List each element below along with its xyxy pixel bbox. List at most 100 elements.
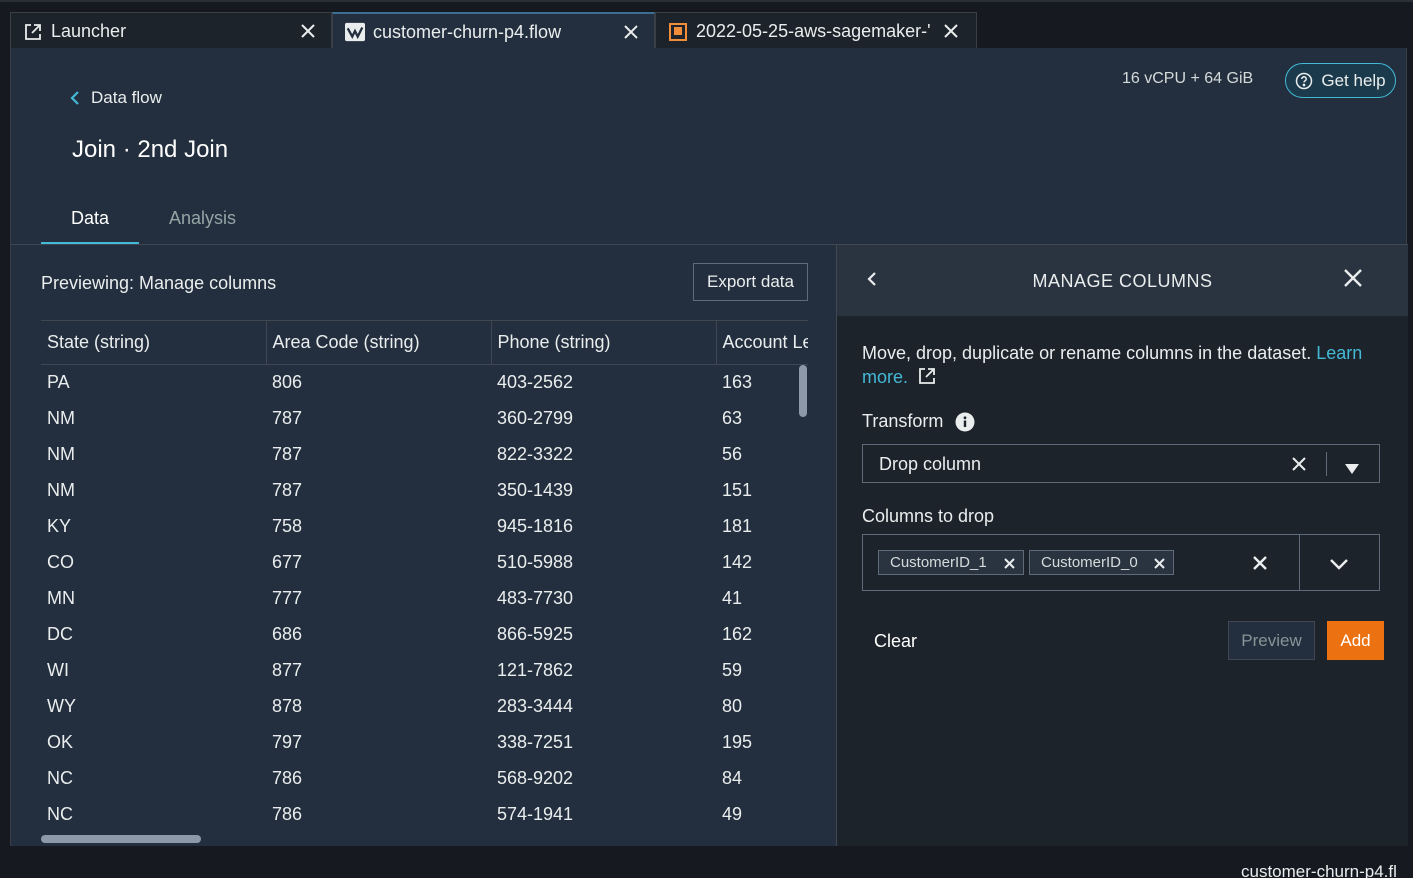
get-help-label: Get help <box>1321 70 1386 90</box>
tab-label: 2022-05-25-aws-sagemaker-' <box>696 21 931 41</box>
instance-resource-label[interactable]: 16 vCPU + 64 GiB <box>1122 70 1253 88</box>
table-cell: 403-2562 <box>497 372 574 393</box>
table-cell: 786 <box>272 804 303 824</box>
table-cell: 806 <box>272 372 303 393</box>
help-icon <box>1296 72 1313 89</box>
data-table-container[interactable]: State (string) Area Code (string) Phone … <box>41 320 808 835</box>
table-row: NM 787 350-1439 151 <box>41 473 808 509</box>
table-cell: NC <box>47 804 73 824</box>
status-bar-filename: customer-churn-p4.fl <box>1241 862 1397 878</box>
table-cell: 162 <box>722 624 753 644</box>
table-cell: MN <box>47 588 75 608</box>
close-icon[interactable] <box>299 22 317 40</box>
close-icon[interactable] <box>622 23 640 41</box>
table-cell: 945-1816 <box>497 516 574 536</box>
column-header[interactable]: Phone (string) <box>490 320 716 365</box>
table-cell: 59 <box>722 660 743 680</box>
tab-analysis[interactable]: Analysis <box>139 198 266 244</box>
table-cell: 41 <box>722 588 743 608</box>
table-cell: 510-5988 <box>497 552 574 572</box>
panel-description: Move, drop, duplicate or rename columns … <box>862 341 1382 389</box>
clear-icon[interactable] <box>1291 456 1307 477</box>
chevron-down-icon[interactable] <box>1329 557 1349 575</box>
notebook-icon <box>668 22 688 42</box>
table-cell: 163 <box>722 372 753 393</box>
table-cell: 787 <box>272 444 303 464</box>
table-cell: 677 <box>272 552 303 572</box>
chevron-left-icon <box>70 91 79 105</box>
table-cell: 360-2799 <box>497 408 574 428</box>
remove-chip-icon[interactable] <box>1004 558 1015 569</box>
table-body: PA 806 403-2562 163 NM 787 360-2799 63 NM 787 822-… <box>41 365 808 833</box>
close-icon[interactable] <box>1342 267 1364 294</box>
tab-launcher[interactable]: Launcher <box>10 12 332 50</box>
table-row: NM 787 822-3322 56 <box>41 437 808 473</box>
table-row: DC 686 866-5925 162 <box>41 617 808 653</box>
table-row: CO 677 510-5988 142 <box>41 545 808 581</box>
tab-customer-churn-flow[interactable]: customer-churn-p4.flow <box>332 12 655 50</box>
table-cell: 686 <box>272 624 303 644</box>
clear-button[interactable]: Clear <box>874 631 917 652</box>
close-icon[interactable] <box>942 22 960 40</box>
table-cell: 822-3322 <box>497 444 574 464</box>
add-button[interactable]: Add <box>1327 621 1384 660</box>
table-cell: OK <box>47 732 74 752</box>
table-row: WI 877 121-7862 59 <box>41 653 808 689</box>
preview-label: Previewing: Manage columns <box>41 273 277 293</box>
column-chip: CustomerID_0 <box>1029 550 1174 575</box>
caret-down-icon[interactable] <box>1345 458 1359 479</box>
multiselect-separator <box>1299 535 1300 590</box>
transform-select-value: Drop column <box>879 454 982 474</box>
table-row: OK 797 338-7251 195 <box>41 725 808 761</box>
table-cell: DC <box>47 624 73 644</box>
get-help-button[interactable]: Get help <box>1285 63 1396 98</box>
table-cell: NM <box>47 480 75 500</box>
table-cell: 878 <box>272 696 303 716</box>
table-row: MN 777 483-7730 41 <box>41 581 808 617</box>
table-cell: 63 <box>722 408 743 428</box>
clear-icon[interactable] <box>1252 555 1268 576</box>
tab-notebook[interactable]: 2022-05-25-aws-sagemaker-' <box>655 12 977 50</box>
table-cell: KY <box>47 516 72 536</box>
back-to-data-flow-link[interactable]: Data flow <box>69 88 162 108</box>
table-cell: 181 <box>722 516 753 536</box>
main-area: Data flow Join · 2nd Join 16 vCPU + 64 G… <box>10 48 1408 846</box>
table-cell: 56 <box>722 444 743 464</box>
transform-select[interactable]: Drop column <box>862 444 1380 483</box>
vertical-scrollbar[interactable] <box>799 365 807 417</box>
table-cell: 568-9202 <box>497 768 574 788</box>
table-cell: 195 <box>722 732 753 752</box>
table-cell: 786 <box>272 768 303 788</box>
back-link-label: Data flow <box>91 88 162 107</box>
column-header[interactable]: State (string) <box>41 320 266 365</box>
table-cell: 49 <box>722 804 743 824</box>
horizontal-scrollbar[interactable] <box>41 835 201 843</box>
panel-title: MANAGE COLUMNS <box>1032 271 1213 291</box>
table-cell: 84 <box>722 768 743 788</box>
export-data-button[interactable]: Export data <box>693 263 808 301</box>
table-cell: 787 <box>272 408 303 428</box>
table-cell: NC <box>47 768 73 788</box>
column-header[interactable]: Area Code (string) <box>265 320 491 365</box>
table-row: NC 786 568-9202 84 <box>41 761 808 797</box>
external-link-icon <box>23 22 43 42</box>
column-chip: CustomerID_1 <box>878 550 1024 575</box>
tab-label: customer-churn-p4.flow <box>373 21 562 42</box>
table-cell: 338-7251 <box>497 732 574 752</box>
data-preview-pane: Previewing: Manage columns Export data S… <box>11 245 837 846</box>
table-cell: 797 <box>272 732 303 752</box>
remove-chip-icon[interactable] <box>1154 558 1165 569</box>
transform-label: Transform <box>862 411 944 431</box>
table-row: WY 878 283-3444 80 <box>41 689 808 725</box>
transform-field-label: Transform <box>862 411 975 432</box>
tab-data[interactable]: Data <box>41 198 140 244</box>
tab-bar: Launcher customer-churn-p4.flow 2022-05-… <box>0 0 1413 50</box>
table-cell: PA <box>47 372 70 393</box>
table-cell: NM <box>47 444 75 464</box>
preview-button[interactable]: Preview <box>1228 621 1315 660</box>
columns-to-drop-multiselect[interactable]: CustomerID_1 CustomerID_0 <box>862 534 1380 591</box>
info-icon[interactable] <box>955 412 975 432</box>
column-header[interactable]: Account Le <box>715 320 808 365</box>
flow-icon <box>345 22 365 42</box>
table-cell: 787 <box>272 480 303 500</box>
